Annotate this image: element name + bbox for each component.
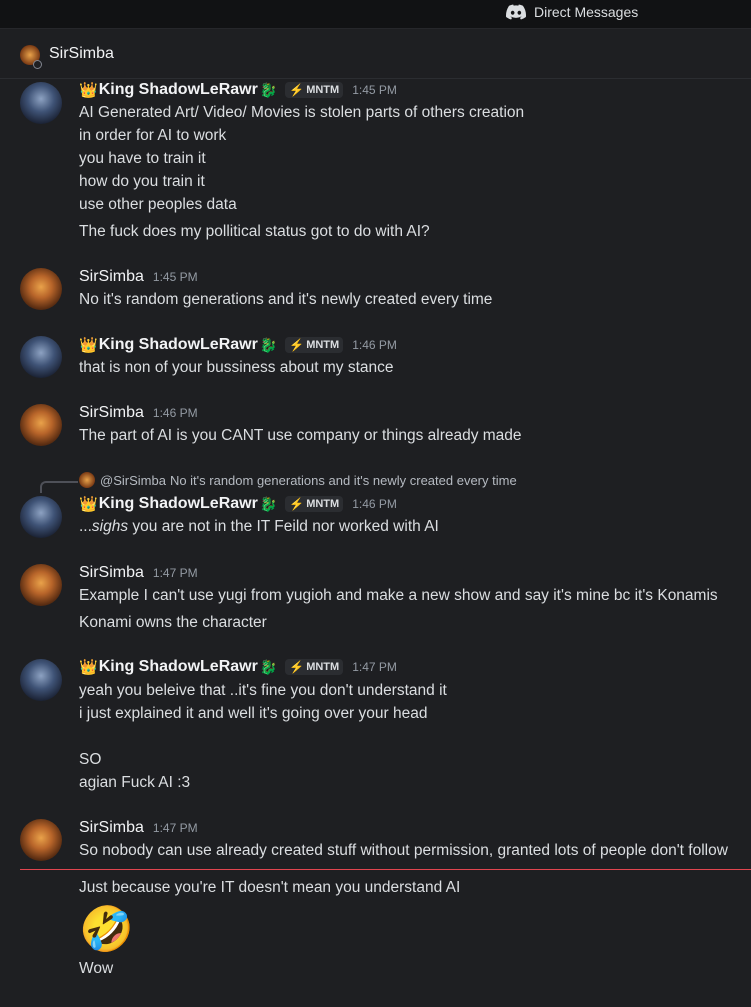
reply-text[interactable]: No it's random generations and it's newl…: [170, 473, 517, 488]
message-text: So nobody can use already created stuff …: [79, 842, 728, 859]
message-text: i just explained it and well it's going …: [79, 705, 428, 722]
bolt-icon: ⚡: [289, 338, 305, 352]
message-text: SO: [79, 751, 102, 768]
timestamp[interactable]: 1:47 PM: [153, 821, 198, 835]
username[interactable]: SirSimba: [79, 819, 144, 837]
new-messages-divider: [20, 869, 751, 870]
reply-spine: [40, 481, 78, 493]
username[interactable]: King ShadowLeRawr: [99, 81, 258, 99]
dragon-icon: 🐉: [259, 81, 278, 98]
timestamp[interactable]: 1:46 PM: [352, 497, 397, 511]
avatar[interactable]: [20, 268, 62, 310]
top-bar: Direct Messages: [0, 0, 751, 29]
avatar[interactable]: [20, 82, 62, 124]
dragon-icon: 🐉: [259, 658, 278, 675]
timestamp[interactable]: 1:47 PM: [153, 566, 198, 580]
message-text: ...sighs you are not in the IT Feild nor…: [79, 518, 439, 535]
server-tag[interactable]: ⚡ MNTM: [285, 659, 344, 675]
avatar[interactable]: [20, 496, 62, 538]
reply-username[interactable]: @SirSimba: [100, 473, 166, 488]
crown-icon: 👑: [79, 659, 98, 676]
username[interactable]: SirSimba: [79, 404, 144, 422]
message-text: how do you train it: [79, 173, 205, 190]
crown-icon: 👑: [79, 82, 98, 99]
message-text: yeah you beleive that ..it's fine you do…: [79, 682, 447, 699]
avatar[interactable]: [20, 659, 62, 701]
server-tag[interactable]: ⚡ MNTM: [285, 496, 344, 512]
message-text: Konami owns the character: [79, 614, 267, 631]
timestamp[interactable]: 1:46 PM: [153, 406, 198, 420]
channel-header: SirSimba: [0, 30, 751, 79]
bolt-icon: ⚡: [289, 497, 305, 511]
timestamp[interactable]: 1:45 PM: [153, 270, 198, 284]
crown-icon: 👑: [79, 496, 98, 513]
avatar[interactable]: [20, 336, 62, 378]
avatar[interactable]: [20, 564, 62, 606]
username[interactable]: SirSimba: [79, 564, 144, 582]
direct-messages-label: Direct Messages: [534, 4, 639, 20]
message-header: SirSimba 1:45 PM: [79, 268, 198, 286]
bolt-icon: ⚡: [289, 660, 305, 674]
rolling-laughing-emoji[interactable]: 🤣: [79, 905, 134, 955]
message-text: agian Fuck AI :3: [79, 774, 191, 791]
message-text: Just because you're IT doesn't mean you …: [79, 879, 461, 896]
timestamp[interactable]: 1:46 PM: [352, 338, 397, 352]
direct-messages-button[interactable]: Direct Messages: [506, 4, 638, 20]
username[interactable]: King ShadowLeRawr: [99, 495, 258, 513]
dragon-icon: 🐉: [259, 336, 278, 353]
message-text: The part of AI is you CANT use company o…: [79, 427, 522, 444]
reply-avatar: [79, 472, 95, 488]
message-text: Example I can't use yugi from yugioh and…: [79, 587, 718, 604]
username[interactable]: SirSimba: [79, 268, 144, 286]
timestamp[interactable]: 1:47 PM: [352, 660, 397, 674]
server-tag[interactable]: ⚡ MNTM: [285, 337, 344, 353]
message-header: 👑 King ShadowLeRawr 🐉 ⚡ MNTM 1:46 PM: [79, 495, 397, 513]
channel-name[interactable]: SirSimba: [49, 45, 114, 63]
timestamp[interactable]: 1:45 PM: [352, 83, 397, 97]
message-text: in order for AI to work: [79, 127, 227, 144]
message-header: 👑 King ShadowLeRawr 🐉 ⚡ MNTM 1:46 PM: [79, 336, 397, 354]
crown-icon: 👑: [79, 337, 98, 354]
message-header: 👑 King ShadowLeRawr 🐉 ⚡ MNTM 1:47 PM: [79, 658, 397, 676]
message-text: No it's random generations and it's newl…: [79, 291, 493, 308]
offline-status-icon: [33, 60, 42, 69]
message-text: AI Generated Art/ Video/ Movies is stole…: [79, 104, 525, 121]
message-header: SirSimba 1:47 PM: [79, 819, 198, 837]
message-text: Wow: [79, 960, 114, 977]
username[interactable]: King ShadowLeRawr: [99, 658, 258, 676]
dragon-icon: 🐉: [259, 495, 278, 512]
avatar[interactable]: [20, 404, 62, 446]
bolt-icon: ⚡: [289, 83, 305, 97]
message-text: that is non of your bussiness about my s…: [79, 359, 394, 376]
avatar[interactable]: [20, 819, 62, 861]
message-text: you have to train it: [79, 150, 206, 167]
server-tag[interactable]: ⚡ MNTM: [285, 82, 344, 98]
username[interactable]: King ShadowLeRawr: [99, 336, 258, 354]
message-header: SirSimba 1:46 PM: [79, 404, 198, 422]
message-header: 👑 King ShadowLeRawr 🐉 ⚡ MNTM 1:45 PM: [79, 81, 397, 99]
message-header: SirSimba 1:47 PM: [79, 564, 198, 582]
message-text: use other peoples data: [79, 196, 237, 213]
message-text: The fuck does my pollitical status got t…: [79, 223, 430, 240]
reply-preview[interactable]: @SirSimba No it's random generations and…: [79, 472, 517, 488]
discord-icon: [506, 4, 526, 20]
